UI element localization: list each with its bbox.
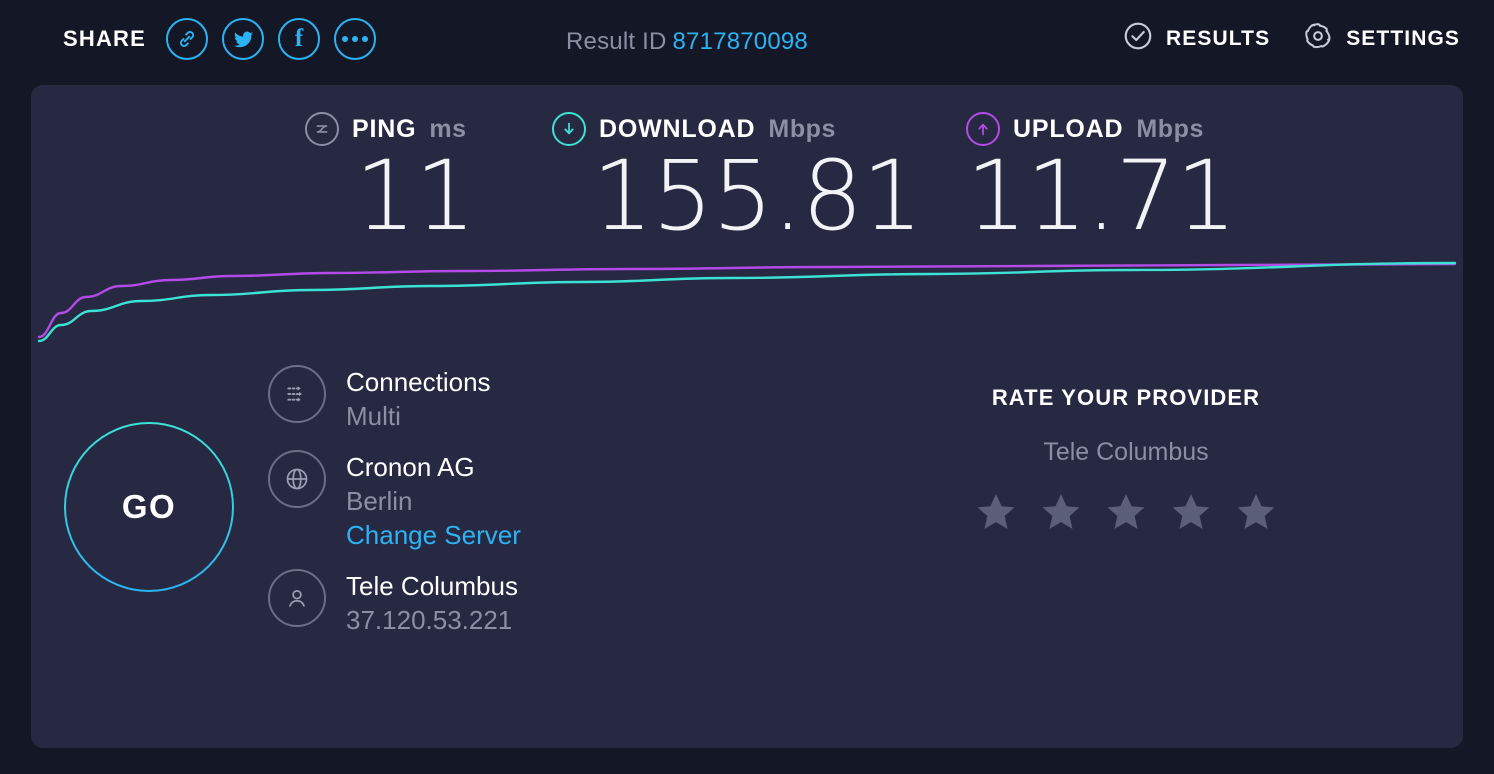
metrics-row: PING ms 11 DOWNLOAD Mbps 155.81 UPLOAD M… bbox=[31, 85, 1463, 260]
connection-info-list: Connections Multi Cronon AG Berlin Chang… bbox=[268, 363, 828, 651]
list-item: Connections Multi bbox=[268, 363, 828, 434]
result-id: Result ID 8717870098 bbox=[566, 28, 808, 56]
ping-icon bbox=[305, 112, 339, 146]
server-location: Berlin bbox=[346, 485, 413, 516]
metric-download: DOWNLOAD Mbps 155.81 bbox=[552, 112, 923, 252]
facebook-glyph: f bbox=[294, 24, 304, 52]
connections-icon bbox=[268, 365, 326, 423]
result-id-label: Result ID bbox=[566, 28, 667, 55]
list-item: Cronon AG Berlin Change Server bbox=[268, 448, 828, 553]
graph-line-upload bbox=[39, 264, 1455, 337]
star-3[interactable] bbox=[1103, 489, 1149, 535]
change-server-link[interactable]: Change Server bbox=[346, 518, 521, 552]
isp-text: Tele Columbus 37.120.53.221 bbox=[346, 567, 518, 638]
result-panel: PING ms 11 DOWNLOAD Mbps 155.81 UPLOAD M… bbox=[31, 85, 1463, 748]
speed-graph bbox=[31, 253, 1463, 343]
metric-ping: PING ms 11 bbox=[305, 112, 476, 252]
server-name: Cronon AG bbox=[346, 451, 475, 482]
ellipsis-dots bbox=[342, 36, 369, 42]
rate-provider-name: Tele Columbus bbox=[1043, 438, 1209, 466]
rate-provider-box: RATE YOUR PROVIDER Tele Columbus bbox=[876, 385, 1376, 535]
settings-nav-label: SETTINGS bbox=[1346, 26, 1460, 50]
more-icon[interactable] bbox=[334, 18, 377, 60]
globe-icon bbox=[268, 449, 326, 508]
ip-address: 37.120.53.221 bbox=[346, 604, 513, 635]
speed-graph-svg bbox=[31, 253, 1463, 343]
star-rating[interactable] bbox=[876, 489, 1376, 535]
list-item: Tele Columbus 37.120.53.221 bbox=[268, 567, 828, 638]
gear-icon bbox=[1302, 20, 1334, 57]
results-nav-label: RESULTS bbox=[1166, 26, 1271, 50]
rate-provider-title: RATE YOUR PROVIDER bbox=[991, 385, 1261, 410]
star-2[interactable] bbox=[1038, 489, 1084, 535]
result-id-value[interactable]: 8717870098 bbox=[673, 28, 808, 55]
go-button-label: GO bbox=[121, 488, 177, 525]
connections-title: Connections bbox=[346, 367, 491, 397]
isp-name: Tele Columbus bbox=[346, 570, 518, 601]
twitter-icon[interactable] bbox=[222, 18, 265, 60]
metric-upload-value: 11.71 bbox=[966, 140, 1237, 252]
metric-upload: UPLOAD Mbps 11.71 bbox=[966, 112, 1237, 252]
settings-nav-button[interactable]: SETTINGS bbox=[1302, 20, 1460, 57]
star-1[interactable] bbox=[973, 489, 1019, 535]
star-4[interactable] bbox=[1168, 489, 1214, 535]
facebook-icon[interactable]: f bbox=[278, 18, 321, 60]
metric-download-value: 155.81 bbox=[592, 140, 923, 252]
link-icon[interactable] bbox=[166, 18, 209, 60]
check-circle-icon bbox=[1122, 20, 1154, 57]
go-button[interactable]: GO bbox=[64, 422, 234, 592]
results-nav-button[interactable]: RESULTS bbox=[1122, 20, 1270, 57]
top-nav: RESULTS SETTINGS bbox=[1122, 20, 1460, 57]
share-label: SHARE bbox=[63, 26, 147, 51]
connections-text: Connections Multi bbox=[346, 363, 491, 434]
user-icon bbox=[268, 568, 326, 627]
share-group: SHARE f bbox=[63, 18, 377, 60]
download-arrow-icon bbox=[552, 112, 586, 146]
connections-value: Multi bbox=[346, 401, 401, 432]
server-text: Cronon AG Berlin Change Server bbox=[346, 448, 521, 553]
star-5[interactable] bbox=[1233, 489, 1279, 535]
metric-ping-value: 11 bbox=[354, 140, 476, 252]
top-bar: SHARE f Result ID 8717870098 RESULTS SET… bbox=[0, 0, 1494, 85]
